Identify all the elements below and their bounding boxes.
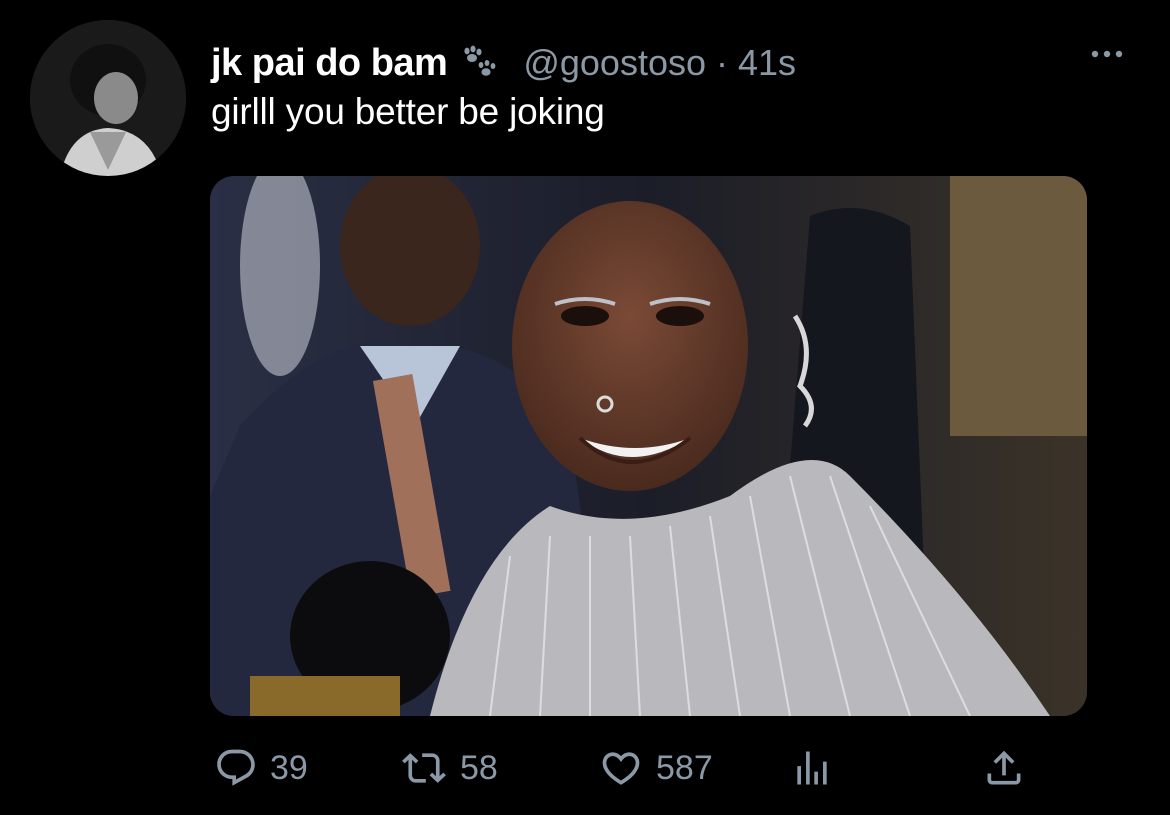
like-button[interactable]: 587 [598,740,713,796]
views-button[interactable] [790,740,834,796]
share-icon [987,750,1021,785]
analytics-icon [797,751,827,785]
tweet-action-bar: 39 58 587 [0,740,1170,800]
retweet-button[interactable]: 58 [400,740,498,796]
reply-button[interactable]: 39 [214,740,308,796]
avatar[interactable] [30,20,186,176]
display-name[interactable]: jk pai do bam [211,42,448,85]
tweet[interactable]: jk pai do bam @goostoso · 41s girlll you… [0,0,1170,815]
reply-count: 39 [270,748,308,787]
heart-icon [602,752,640,785]
paw-prints-icon [459,45,499,81]
timestamp[interactable]: 41s [738,42,796,84]
separator-dot: · [715,42,728,83]
like-count: 587 [656,748,713,787]
retweet-count: 58 [460,748,498,787]
share-button[interactable] [982,740,1026,796]
retweet-icon [402,753,446,783]
tweet-header: jk pai do bam @goostoso · 41s [211,38,796,88]
tweet-media-image[interactable] [210,176,1087,716]
reply-icon [217,749,255,786]
more-horizontal-icon[interactable] [1087,46,1127,62]
tweet-text: girlll you better be joking [211,91,605,132]
user-handle[interactable]: @goostoso [523,42,706,84]
